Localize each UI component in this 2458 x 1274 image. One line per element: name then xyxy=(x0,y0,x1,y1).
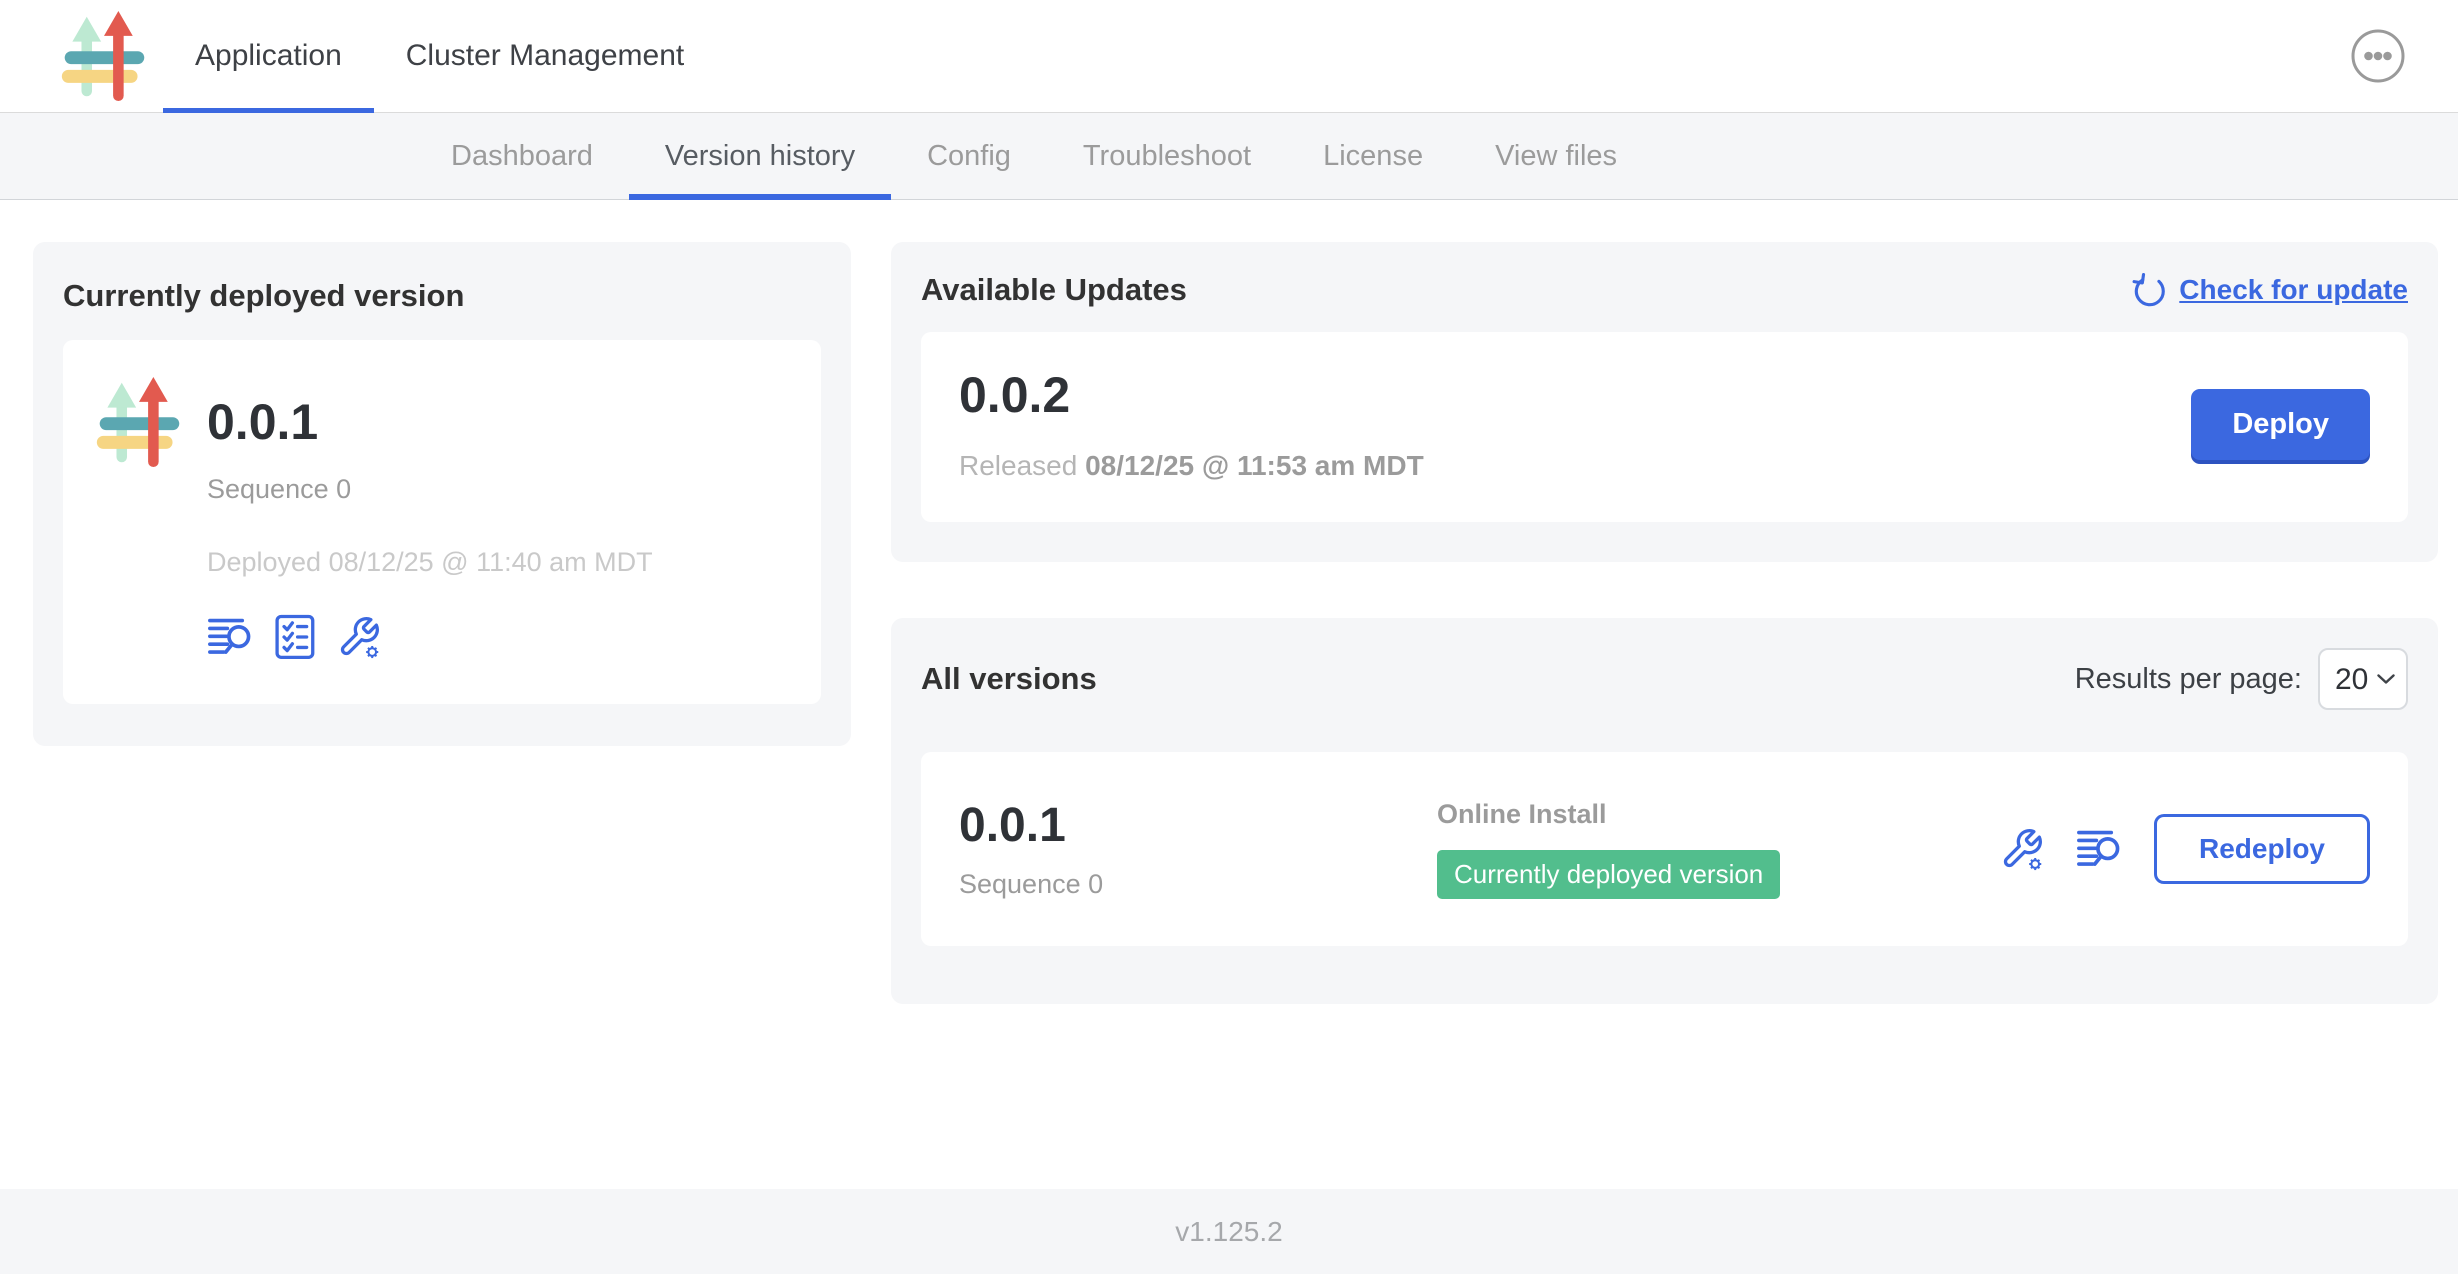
row-install-type: Online Install xyxy=(1437,799,2000,830)
subnav-troubleshoot-label: Troubleshoot xyxy=(1083,140,1251,173)
row-version-number: 0.0.1 xyxy=(959,798,1437,853)
deployed-timestamp: Deployed 08/12/25 @ 11:40 am MDT xyxy=(207,547,653,578)
console-version: v1.125.2 xyxy=(1175,1216,1282,1248)
subnav-troubleshoot[interactable]: Troubleshoot xyxy=(1047,113,1287,199)
app-subnav: Dashboard Version history Config Trouble… xyxy=(0,113,2458,200)
release-notes-icon xyxy=(2076,828,2122,870)
tab-application[interactable]: Application xyxy=(163,0,374,112)
app-logo-icon xyxy=(93,376,185,468)
released-label: Released xyxy=(959,450,1077,481)
subnav-dashboard-label: Dashboard xyxy=(451,140,593,173)
check-for-update-label: Check for update xyxy=(2179,274,2408,306)
available-updates-card: Available Updates Check for update 0.0.2… xyxy=(891,242,2438,562)
update-version-number: 0.0.2 xyxy=(959,366,1424,424)
preflight-checks-icon xyxy=(275,614,315,660)
deployed-version-actions xyxy=(207,614,653,660)
refresh-icon xyxy=(2132,273,2166,307)
currently-deployed-badge: Currently deployed version xyxy=(1437,850,1780,899)
available-updates-title: Available Updates xyxy=(921,272,1187,308)
app-header: Application Cluster Management xyxy=(0,0,2458,113)
tab-cluster-management-label: Cluster Management xyxy=(406,39,684,73)
currently-deployed-title: Currently deployed version xyxy=(63,278,821,314)
row-view-config-button[interactable] xyxy=(2000,827,2044,871)
subnav-view-files-label: View files xyxy=(1495,140,1617,173)
subnav-license-label: License xyxy=(1323,140,1423,173)
view-config-button[interactable] xyxy=(337,615,381,659)
overflow-menu-button[interactable] xyxy=(2350,28,2406,84)
view-config-icon xyxy=(337,615,381,659)
app-logo-icon xyxy=(58,10,150,102)
subnav-config[interactable]: Config xyxy=(891,113,1047,199)
row-sequence: Sequence 0 xyxy=(959,869,1437,900)
release-notes-icon xyxy=(207,616,253,658)
check-for-update-link[interactable]: Check for update xyxy=(2132,273,2408,307)
tab-application-label: Application xyxy=(195,39,342,73)
results-per-page-label: Results per page: xyxy=(2075,663,2302,696)
subnav-license[interactable]: License xyxy=(1287,113,1459,199)
subnav-dashboard[interactable]: Dashboard xyxy=(415,113,629,199)
release-notes-button[interactable] xyxy=(207,616,253,658)
subnav-version-history[interactable]: Version history xyxy=(629,113,891,199)
deploy-button[interactable]: Deploy xyxy=(2191,389,2370,460)
app-logo xyxy=(58,0,150,112)
update-released-line: Released 08/12/25 @ 11:53 am MDT xyxy=(959,450,1424,482)
ellipsis-circle-icon xyxy=(2350,28,2406,84)
main-content: Currently deployed version 0.0.1 Sequenc… xyxy=(0,200,2458,1189)
results-per-page-select[interactable]: 20 xyxy=(2318,648,2408,710)
available-update-row: 0.0.2 Released 08/12/25 @ 11:53 am MDT D… xyxy=(921,332,2408,522)
subnav-config-label: Config xyxy=(927,140,1011,173)
view-config-icon xyxy=(2000,827,2044,871)
all-versions-card: All versions Results per page: 20 0 xyxy=(891,618,2438,1004)
released-timestamp: 08/12/25 @ 11:53 am MDT xyxy=(1085,450,1424,481)
tab-cluster-management[interactable]: Cluster Management xyxy=(374,0,716,112)
results-per-page: Results per page: 20 xyxy=(2075,648,2408,710)
subnav-view-files[interactable]: View files xyxy=(1459,113,1653,199)
redeploy-button[interactable]: Redeploy xyxy=(2154,814,2370,884)
deployed-version-number: 0.0.1 xyxy=(207,376,653,468)
deployed-sequence: Sequence 0 xyxy=(207,474,653,505)
version-row: 0.0.1 Sequence 0 Online Install Currentl… xyxy=(921,752,2408,946)
top-nav: Application Cluster Management xyxy=(163,0,716,112)
subnav-version-history-label: Version history xyxy=(665,140,855,173)
currently-deployed-card: Currently deployed version 0.0.1 Sequenc… xyxy=(33,242,851,746)
deployed-version-box: 0.0.1 Sequence 0 Deployed 08/12/25 @ 11:… xyxy=(63,340,821,704)
preflight-checks-button[interactable] xyxy=(275,614,315,660)
row-release-notes-button[interactable] xyxy=(2076,828,2122,870)
app-footer: v1.125.2 xyxy=(0,1189,2458,1274)
all-versions-title: All versions xyxy=(921,661,1097,697)
